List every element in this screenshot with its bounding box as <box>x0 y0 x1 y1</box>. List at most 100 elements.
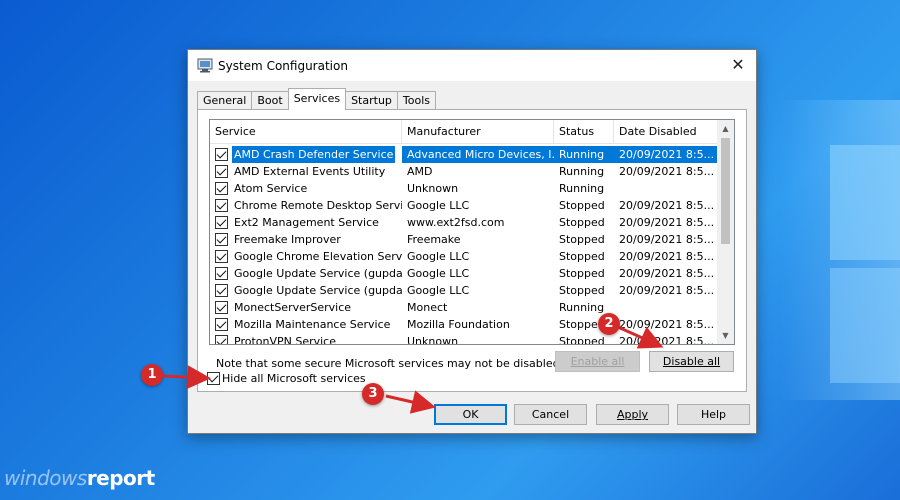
scroll-down-arrow-icon[interactable]: ▼ <box>717 327 734 344</box>
checkbox-checked-icon[interactable] <box>215 216 228 229</box>
date-disabled-cell: 20/09/2021 8:5... <box>619 216 715 229</box>
service-name: Mozilla Maintenance Service <box>234 318 391 331</box>
status-cell: Stopped <box>559 250 605 263</box>
service-cell: ProtonVPN Service <box>210 333 402 345</box>
table-row[interactable]: Mozilla Maintenance Service Mozilla Found… <box>210 316 718 333</box>
table-row[interactable]: Google Chrome Elevation Servic... Google … <box>210 248 718 265</box>
checkbox-checked-icon[interactable] <box>215 250 228 263</box>
status-cell: Running <box>559 165 605 178</box>
apply-button[interactable]: Apply <box>596 404 669 425</box>
service-name: MonectServerService <box>234 301 352 314</box>
checkbox-checked-icon[interactable] <box>215 165 228 178</box>
service-name: Google Update Service (gupdate) <box>234 267 402 280</box>
manufacturer-cell: Google LLC <box>407 199 470 212</box>
apply-label: Apply <box>616 408 649 421</box>
table-row[interactable]: Ext2 Management Service www.ext2fsd.com St… <box>210 214 718 231</box>
date-disabled-cell: 20/09/2021 8:5... <box>619 233 715 246</box>
enable-all-button[interactable]: Enable all <box>555 351 640 372</box>
status-cell: Stopped <box>559 216 605 229</box>
manufacturer-cell: Monect <box>407 301 448 314</box>
scroll-thumb[interactable] <box>721 138 730 244</box>
checkbox-checked-icon[interactable] <box>215 199 228 212</box>
date-disabled-cell <box>614 299 718 316</box>
title-bar[interactable]: System Configuration ✕ <box>188 50 756 81</box>
annotation-badge-2: 2 <box>598 313 620 335</box>
service-cell: Freemake Improver <box>210 231 402 248</box>
checkbox-checked-icon[interactable] <box>215 335 228 344</box>
desktop-logo-pane-top <box>830 145 900 260</box>
hide-microsoft-services-checkbox[interactable]: Hide all Microsoft services <box>207 372 366 385</box>
column-header-status[interactable]: Status <box>554 120 614 144</box>
checkbox-checked-icon[interactable] <box>215 182 228 195</box>
annotation-badge-1: 1 <box>141 364 163 386</box>
service-cell: Mozilla Maintenance Service <box>210 316 402 333</box>
tab-tools[interactable]: Tools <box>396 91 437 110</box>
status-cell: Running <box>559 182 605 195</box>
desktop-logo-pane-bottom <box>830 268 900 383</box>
service-name: Freemake Improver <box>234 233 341 246</box>
table-row[interactable]: MonectServerService Monect Running <box>210 299 718 316</box>
table-row[interactable]: ProtonVPN Service Unknown Stopped 20/09/202… <box>210 333 718 345</box>
date-disabled-cell: 20/09/2021 8:5... <box>619 284 715 297</box>
checkbox-checked-icon[interactable] <box>215 233 228 246</box>
tab-general[interactable]: General <box>197 91 253 110</box>
tab-startup[interactable]: Startup <box>345 91 398 110</box>
window-title: System Configuration <box>218 59 348 73</box>
table-row[interactable]: Google Update Service (gupdatem) Google L… <box>210 282 718 299</box>
service-cell: Google Update Service (gupdate) <box>210 265 402 282</box>
disable-all-label: Disable all <box>662 355 721 368</box>
windowsreport-logo: windowsreport <box>4 466 155 490</box>
services-list[interactable]: Service Manufacturer Status Date Disable… <box>209 119 735 345</box>
date-disabled-cell: 20/09/2021 8:5... <box>619 165 715 178</box>
status-cell: Stopped <box>559 267 605 280</box>
column-header-manufacturer[interactable]: Manufacturer <box>402 120 554 144</box>
checkbox-checked-icon[interactable] <box>215 267 228 280</box>
table-row[interactable]: AMD External Events Utility AMD Running 20/… <box>210 163 718 180</box>
table-row[interactable]: AMD Crash Defender Service Advanced Micro… <box>210 146 718 163</box>
date-disabled-cell <box>614 180 718 197</box>
date-disabled-cell: 20/09/2021 8:5... <box>619 199 715 212</box>
annotation-badge-3: 3 <box>362 383 384 405</box>
checkbox-checked-icon[interactable] <box>215 284 228 297</box>
table-row[interactable]: Google Update Service (gupdate) Google LL… <box>210 265 718 282</box>
checkbox-checked-icon[interactable] <box>215 318 228 331</box>
ok-button[interactable]: OK <box>434 404 507 425</box>
checkbox-checked-icon[interactable] <box>215 301 228 314</box>
date-disabled-cell: 20/09/2021 8:5... <box>619 335 715 345</box>
logo-part-report: report <box>86 466 155 490</box>
manufacturer-cell: Mozilla Foundation <box>407 318 510 331</box>
service-cell: AMD Crash Defender Service <box>210 146 402 163</box>
enable-all-label: Enable all <box>570 355 625 368</box>
manufacturer-cell: Unknown <box>407 182 459 195</box>
service-cell: MonectServerService <box>210 299 402 316</box>
checkbox-checked-icon[interactable] <box>207 372 220 385</box>
service-cell: Google Chrome Elevation Servic... <box>210 248 402 265</box>
service-name: Atom Service <box>234 182 308 195</box>
table-row[interactable]: Freemake Improver Freemake Stopped 20/09/20… <box>210 231 718 248</box>
manufacturer-cell: Google LLC <box>407 250 470 263</box>
column-header-service[interactable]: Service <box>210 120 402 144</box>
vertical-scrollbar[interactable]: ▲ ▼ <box>717 120 734 344</box>
disable-all-button[interactable]: Disable all <box>649 351 734 372</box>
close-icon[interactable]: ✕ <box>726 54 750 76</box>
table-row[interactable]: Atom Service Unknown Running <box>210 180 718 197</box>
tab-services[interactable]: Services <box>287 88 347 110</box>
manufacturer-cell: AMD <box>407 165 433 178</box>
service-cell: AMD External Events Utility <box>210 163 402 180</box>
service-name: Google Chrome Elevation Servic... <box>234 250 402 263</box>
service-cell: Atom Service <box>210 180 402 197</box>
service-cell: Google Update Service (gupdatem) <box>210 282 402 299</box>
service-cell: Ext2 Management Service <box>210 214 402 231</box>
service-name: ProtonVPN Service <box>234 335 337 345</box>
scroll-up-arrow-icon[interactable]: ▲ <box>717 120 734 137</box>
status-cell: Stopped <box>559 199 605 212</box>
table-row[interactable]: Chrome Remote Desktop Service Google LLC S… <box>210 197 718 214</box>
tab-boot[interactable]: Boot <box>251 91 289 110</box>
column-header-date-disabled[interactable]: Date Disabled <box>614 120 718 144</box>
status-cell: Running <box>554 146 614 163</box>
cancel-button[interactable]: Cancel <box>514 404 587 425</box>
manufacturer-cell: Google LLC <box>407 284 470 297</box>
checkbox-checked-icon[interactable] <box>215 148 228 161</box>
msconfig-app-icon <box>197 58 213 73</box>
help-button[interactable]: Help <box>677 404 750 425</box>
